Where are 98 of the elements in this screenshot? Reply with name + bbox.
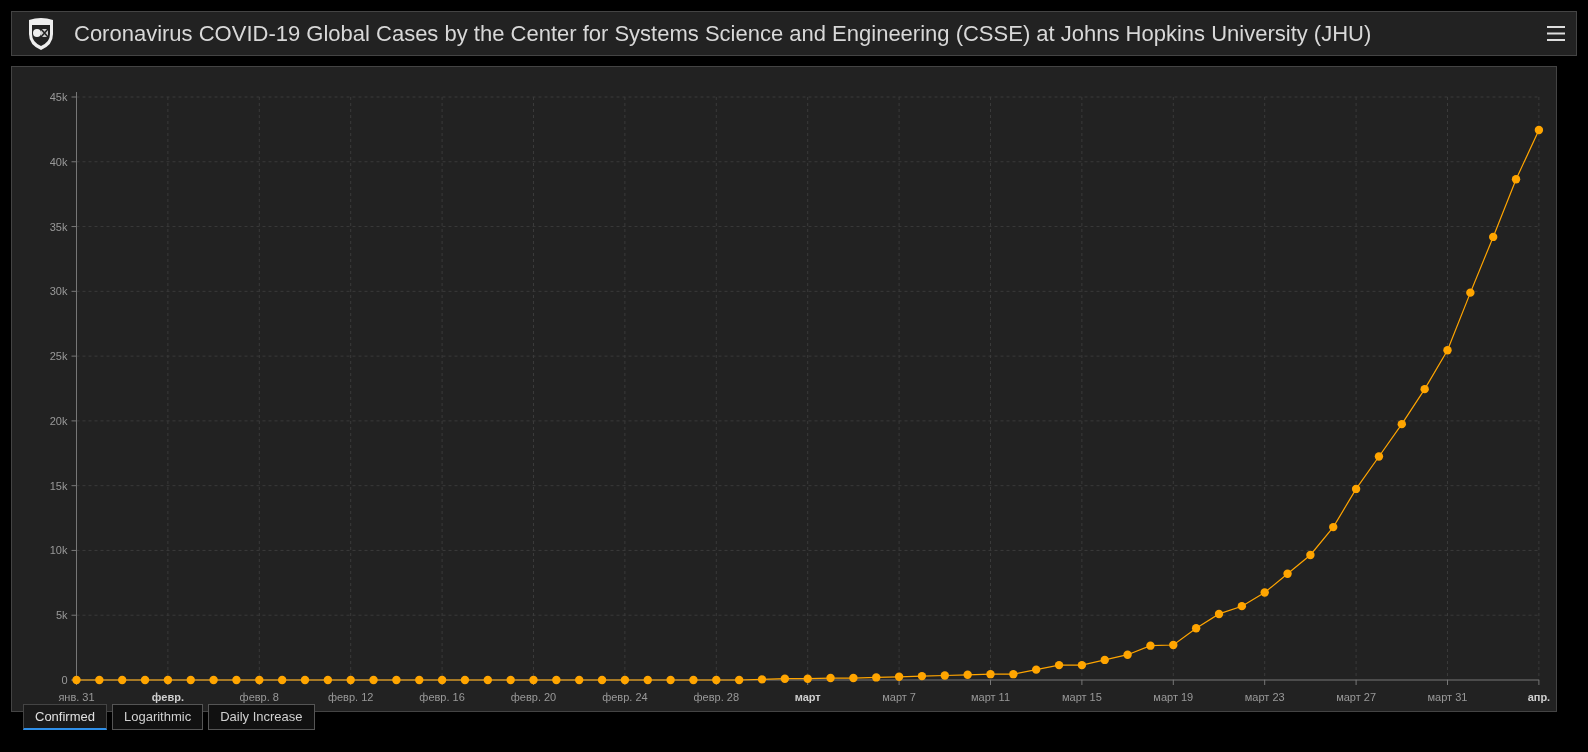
data-point bbox=[300, 675, 310, 685]
x-axis-label: февр. 8 bbox=[239, 691, 279, 703]
data-point bbox=[1214, 609, 1224, 619]
y-axis-label: 5k bbox=[55, 609, 68, 622]
data-point bbox=[1420, 384, 1429, 394]
data-point bbox=[826, 673, 835, 683]
data-point bbox=[894, 672, 904, 681]
y-axis-label: 0 bbox=[61, 674, 68, 686]
data-point bbox=[323, 675, 333, 685]
x-axis-label: февр. 12 bbox=[327, 691, 374, 703]
university-shield-logo bbox=[26, 16, 56, 51]
data-point bbox=[1306, 550, 1315, 560]
data-point bbox=[118, 675, 127, 685]
data-point bbox=[849, 673, 858, 683]
data-point bbox=[1100, 655, 1109, 665]
data-point bbox=[209, 675, 218, 685]
chart-tab[interactable]: Logarithmic bbox=[111, 704, 204, 730]
data-point bbox=[1054, 660, 1064, 670]
data-point bbox=[872, 673, 881, 682]
data-point bbox=[186, 675, 195, 685]
data-point bbox=[1009, 669, 1018, 679]
y-axis-label: 15k bbox=[49, 479, 68, 492]
y-axis-label: 45k bbox=[49, 91, 68, 103]
x-axis-label: апр. bbox=[1527, 691, 1551, 703]
data-point bbox=[1397, 419, 1406, 429]
data-point bbox=[689, 675, 698, 685]
x-axis-label: февр. 20 bbox=[510, 691, 557, 703]
y-axis-label: 25k bbox=[49, 350, 68, 363]
data-point bbox=[1351, 484, 1361, 494]
data-point bbox=[369, 675, 378, 685]
data-point bbox=[734, 675, 744, 685]
x-axis-label: март 7 bbox=[882, 691, 916, 703]
data-point bbox=[255, 675, 264, 685]
x-axis-label: март 19 bbox=[1153, 691, 1194, 703]
data-point bbox=[95, 675, 104, 685]
data-point bbox=[963, 670, 972, 679]
data-point bbox=[1489, 232, 1498, 242]
data-point bbox=[1032, 665, 1041, 674]
data-point bbox=[1123, 650, 1132, 659]
data-point bbox=[575, 675, 584, 685]
y-axis-label: 30k bbox=[49, 285, 68, 298]
data-point bbox=[1329, 522, 1338, 532]
data-point bbox=[597, 675, 607, 685]
y-axis-label: 10k bbox=[49, 544, 68, 557]
data-point bbox=[437, 675, 447, 685]
data-point bbox=[163, 675, 173, 685]
x-axis-label: янв. 31 bbox=[58, 691, 95, 703]
y-axis-label: 35k bbox=[49, 220, 68, 233]
chart-tab[interactable]: Confirmed bbox=[23, 704, 107, 730]
data-point bbox=[1283, 569, 1292, 578]
menu-icon[interactable] bbox=[1546, 25, 1566, 42]
data-point bbox=[1237, 601, 1247, 611]
chart-tab[interactable]: Daily Increase bbox=[208, 704, 315, 730]
x-axis-label: март 31 bbox=[1427, 691, 1468, 703]
data-point bbox=[986, 669, 995, 679]
data-point bbox=[1169, 640, 1178, 650]
data-point bbox=[392, 675, 401, 685]
data-point bbox=[620, 675, 630, 685]
x-axis-label: февр. bbox=[151, 691, 184, 703]
data-point bbox=[140, 675, 150, 685]
data-point bbox=[552, 675, 561, 685]
data-point bbox=[1191, 624, 1201, 633]
data-point bbox=[1466, 288, 1475, 297]
data-point bbox=[1260, 588, 1269, 597]
data-point bbox=[1374, 452, 1384, 461]
data-point bbox=[506, 675, 515, 685]
data-point bbox=[1511, 175, 1521, 184]
data-point bbox=[232, 675, 241, 685]
dashboard-title: Coronavirus COVID-19 Global Cases by the Center for Systems Science and Engineering (CSSE) at Johns Hopkins University (JHU) bbox=[74, 20, 1373, 48]
data-point bbox=[415, 675, 424, 685]
x-axis-label: февр. 24 bbox=[602, 691, 648, 703]
data-point bbox=[643, 675, 652, 685]
data-point bbox=[803, 674, 812, 683]
data-point bbox=[780, 674, 790, 683]
data-point bbox=[1077, 660, 1087, 670]
data-point bbox=[346, 675, 355, 685]
x-axis-label: март bbox=[794, 691, 821, 703]
x-axis-label: март 15 bbox=[1061, 691, 1102, 703]
data-point bbox=[460, 675, 470, 685]
x-axis-label: февр. 28 bbox=[693, 691, 740, 703]
data-point bbox=[666, 675, 675, 685]
x-axis-label: март 23 bbox=[1244, 691, 1285, 703]
data-point bbox=[940, 671, 949, 680]
x-axis-label: март 27 bbox=[1336, 691, 1377, 703]
y-axis-label: 20k bbox=[49, 414, 68, 427]
data-point bbox=[1146, 641, 1155, 650]
data-point bbox=[277, 675, 287, 685]
data-point bbox=[1534, 125, 1544, 135]
x-axis-label: февр. 16 bbox=[419, 691, 465, 703]
data-point bbox=[72, 675, 81, 685]
data-point bbox=[1443, 346, 1452, 355]
data-point bbox=[529, 675, 538, 685]
data-point bbox=[712, 675, 721, 685]
data-point bbox=[757, 675, 767, 684]
x-axis-label: март 11 bbox=[970, 691, 1011, 703]
data-point bbox=[483, 675, 492, 685]
data-point bbox=[917, 671, 927, 681]
y-axis-label: 40k bbox=[49, 155, 68, 168]
